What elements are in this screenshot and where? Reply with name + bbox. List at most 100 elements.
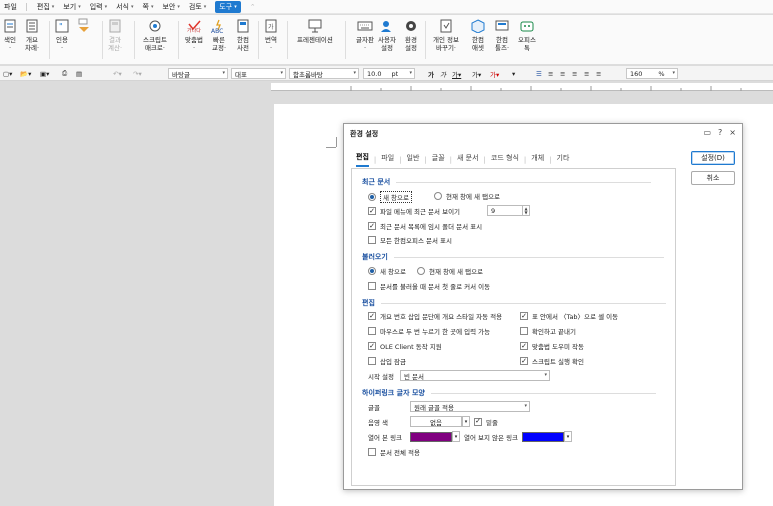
menu-security[interactable]: 보안 ▾ bbox=[162, 2, 179, 12]
calc-result-button[interactable]: 결과 계산· bbox=[107, 18, 123, 52]
language-select[interactable]: 대표 ▾ bbox=[231, 68, 286, 79]
translate-button[interactable]: 가 번역 · bbox=[263, 18, 279, 52]
personal-info-button[interactable]: 개인 정보 바꾸기· bbox=[433, 18, 459, 52]
new-doc-icon[interactable]: ▢▾ bbox=[3, 68, 12, 79]
align-center-button[interactable]: ≡ bbox=[572, 68, 577, 79]
align-right-button[interactable]: ≡ bbox=[560, 68, 565, 79]
recent-open-new-tab[interactable]: 현재 창에 새 탭으로 bbox=[434, 191, 500, 201]
hancom-dictionary-button[interactable]: 한컴 사전 bbox=[235, 18, 251, 52]
distribute-button[interactable]: ≡ bbox=[584, 68, 589, 79]
save-icon[interactable]: ▣▾ bbox=[40, 68, 49, 79]
start-setting-value: 빈 문서 bbox=[404, 372, 425, 381]
hancom-asset-button[interactable]: 한컴 애셋 bbox=[470, 18, 486, 52]
align-left-button[interactable]: ≡ bbox=[548, 68, 553, 79]
minimize-icon[interactable]: ▭ bbox=[703, 128, 711, 137]
tab-object[interactable]: 개체 bbox=[531, 153, 544, 166]
menu-insert[interactable]: 입력 ▾ bbox=[90, 2, 107, 12]
ribbon-collapse-icon[interactable]: ⌃ bbox=[250, 3, 256, 11]
load-new-window[interactable]: 새 창으로 bbox=[368, 266, 406, 276]
shade-color-select[interactable]: 없음 bbox=[410, 416, 462, 427]
confirm-exit-checkbox[interactable]: 확인하고 끝내기 bbox=[520, 326, 576, 336]
unvisited-color-swatch[interactable] bbox=[522, 431, 565, 442]
keyboard-icon bbox=[357, 18, 373, 34]
chevron-down-icon[interactable]: ▾ bbox=[452, 431, 460, 442]
temp-folder-checkbox[interactable]: ✓ 최근 문서 목록에 임시 폴더 문서 표시 bbox=[368, 221, 482, 231]
script-macro-button[interactable]: 스크립트 매크로· bbox=[143, 18, 167, 52]
chevron-down-icon[interactable]: ▾ bbox=[462, 416, 470, 427]
cancel-button[interactable]: 취소 bbox=[691, 171, 735, 185]
menu-edit[interactable]: 편집 ▾ bbox=[37, 2, 54, 12]
ruler[interactable] bbox=[271, 83, 773, 91]
print-preview-icon[interactable]: ▤ bbox=[76, 68, 82, 79]
visited-color-swatch[interactable] bbox=[410, 431, 452, 442]
font-select[interactable]: 함초롬바탕 ▾ bbox=[289, 68, 359, 79]
underline-button[interactable]: 가▾ bbox=[452, 68, 461, 79]
tab-edit[interactable]: 편집 bbox=[356, 152, 369, 167]
menu-review[interactable]: 검토 ▾ bbox=[189, 2, 206, 12]
index-button[interactable]: 색인 · bbox=[2, 18, 18, 52]
font-color-button[interactable]: 가▾ bbox=[490, 68, 499, 79]
hyperlink-font-select[interactable]: 원래 글꼴 적용 ▾ bbox=[410, 401, 530, 412]
recent-count-input[interactable]: 9 bbox=[487, 205, 523, 216]
italic-button[interactable]: 가 bbox=[440, 68, 446, 79]
menu-tools[interactable]: 도구 ▾ bbox=[215, 0, 241, 13]
tab-code-format[interactable]: 코드 형식 bbox=[491, 153, 519, 166]
open-folder-icon[interactable]: 📂▾ bbox=[20, 68, 31, 79]
ok-button[interactable]: 설정(D) bbox=[691, 151, 735, 165]
tab-font[interactable]: 글꼴 bbox=[432, 153, 445, 166]
dblclick-input-checkbox[interactable]: 마우스로 두 번 누르기 한 곳에 입력 가능 bbox=[368, 326, 490, 336]
undo-icon[interactable]: ↶▾ bbox=[113, 68, 122, 79]
start-setting-select[interactable]: 빈 문서 ▾ bbox=[400, 370, 550, 381]
print-icon[interactable]: ⎙ bbox=[62, 68, 67, 79]
recent-count-stepper[interactable]: 9 ▲ ▼ bbox=[487, 205, 530, 216]
preferences-button[interactable]: 환경 설정 bbox=[403, 18, 419, 52]
apply-all-checkbox[interactable]: 문서 전체 적용 bbox=[368, 447, 420, 457]
spin-arrows-icon[interactable]: ▲ ▼ bbox=[523, 205, 530, 216]
move-first-line-checkbox[interactable]: 문서를 불러올 때 문서 첫 줄로 커서 이동 bbox=[368, 281, 490, 291]
font-size-input[interactable]: 10.0 pt ▾ bbox=[363, 68, 415, 79]
dialog-tabs: 편집 | 파일 | 일반 | 글꼴 | 새 문서 | 코드 형식 | 개체 | 기타 bbox=[356, 152, 569, 167]
presentation-button[interactable]: 프레젠테이션 bbox=[297, 18, 333, 44]
style-select[interactable]: 바탕글 ▾ bbox=[168, 68, 228, 79]
menu-file[interactable]: 파일 bbox=[4, 2, 17, 12]
highlight-button[interactable]: ▾ bbox=[512, 68, 515, 79]
tab-other[interactable]: 기타 bbox=[557, 153, 570, 166]
chevron-down-icon[interactable]: ▾ bbox=[564, 431, 573, 442]
hancom-tools-button[interactable]: 한컴 툴즈· bbox=[494, 18, 510, 52]
script-icon bbox=[147, 18, 163, 34]
all-hancom-checkbox[interactable]: 모든 한컴오피스 문서 표시 bbox=[368, 235, 452, 245]
bold-button[interactable]: 가 bbox=[428, 68, 434, 79]
tab-file[interactable]: 파일 bbox=[381, 153, 394, 166]
office-talk-button[interactable]: 오피스 톡 bbox=[518, 18, 536, 52]
tab-new-document[interactable]: 새 문서 bbox=[457, 153, 479, 166]
spell-check-button[interactable]: 가나다 맞춤법 · bbox=[185, 18, 203, 52]
menu-page[interactable]: 쪽 ▾ bbox=[143, 2, 154, 12]
tab-cell-move-checkbox[interactable]: ✓ 표 안에서 〈Tab〉으로 셀 이동 bbox=[520, 311, 618, 321]
script-confirm-checkbox[interactable]: ✓ 스크립트 실행 확인 bbox=[520, 356, 584, 366]
show-recent-checkbox[interactable]: ✓ 파일 메뉴에 최근 문서 보이기 bbox=[368, 206, 460, 216]
menu-view[interactable]: 보기 ▾ bbox=[63, 2, 80, 12]
insert-lock-checkbox[interactable]: 삽입 잠금 bbox=[368, 356, 406, 366]
align-justify-button[interactable]: ☰ bbox=[536, 68, 542, 79]
keyboard-layout-button[interactable]: 글자판 · bbox=[356, 18, 374, 52]
load-new-tab[interactable]: 현재 창에 새 탭으로 bbox=[417, 266, 483, 276]
char-spacing-input[interactable]: 160% ▾ bbox=[626, 68, 678, 79]
ole-client-checkbox[interactable]: ✓ OLE Client 동작 지원 bbox=[368, 341, 442, 351]
outline-toc-button[interactable]: 개요 차례· bbox=[24, 18, 40, 52]
user-settings-button[interactable]: 사용자 설정 bbox=[378, 18, 396, 52]
divide-button[interactable]: ≡ bbox=[596, 68, 601, 79]
outline-style-checkbox[interactable]: ✓ 개요 번호 삽입 문단에 개요 스타일 자동 적용 bbox=[368, 311, 502, 321]
translate-label: 번역 · bbox=[265, 36, 277, 52]
spell-helper-checkbox[interactable]: ✓ 맞춤법 도우미 작동 bbox=[520, 341, 584, 351]
close-icon[interactable]: × bbox=[729, 128, 736, 137]
tab-general[interactable]: 일반 bbox=[407, 153, 420, 166]
quick-correct-button[interactable]: ABC 빠른 교정· bbox=[211, 18, 227, 52]
menu-format[interactable]: 서식 ▾ bbox=[116, 2, 133, 12]
citation-tools-button[interactable] bbox=[76, 18, 92, 36]
checkmark-icon[interactable]: ✓ bbox=[474, 417, 482, 426]
recent-open-new-window[interactable]: 새 창으로 bbox=[368, 191, 412, 203]
help-icon[interactable]: ? bbox=[718, 128, 722, 137]
redo-icon[interactable]: ↷▾ bbox=[133, 68, 142, 79]
strikethrough-button[interactable]: 가▾ bbox=[472, 68, 481, 79]
citation-button[interactable]: " 인용 · bbox=[54, 18, 70, 52]
